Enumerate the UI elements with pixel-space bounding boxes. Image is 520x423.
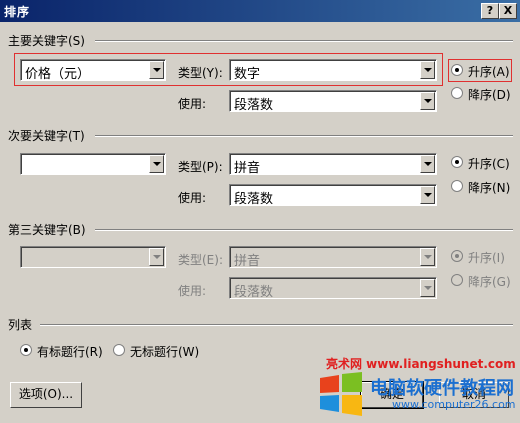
primary-key-combo[interactable]: 价格（元）: [20, 59, 166, 82]
secondary-ascending-radio[interactable]: 升序(C): [451, 155, 511, 171]
secondary-divider: [95, 135, 513, 137]
dropdown-arrow-icon: [420, 279, 435, 297]
no-header-row-label: 无标题行(W): [130, 345, 200, 359]
tertiary-ascending-label: 升序(I): [468, 251, 505, 265]
radio-unchecked-icon: [451, 274, 463, 286]
tertiary-key-combo: [20, 246, 166, 268]
list-divider: [40, 324, 513, 326]
secondary-descending-radio[interactable]: 降序(N): [451, 179, 511, 195]
header-row-radio[interactable]: 有标题行(R): [20, 343, 106, 359]
watermark-url: 亮术网 www.liangshunet.com: [326, 357, 516, 371]
options-button[interactable]: 选项(O)...: [10, 382, 82, 408]
list-label: 列表: [8, 318, 33, 332]
secondary-using-value: 段落数: [234, 192, 274, 207]
dropdown-arrow-icon[interactable]: [420, 61, 435, 79]
primary-using-combo[interactable]: 段落数: [229, 90, 437, 113]
dropdown-arrow-icon[interactable]: [420, 155, 435, 173]
secondary-using-label: 使用:: [178, 191, 207, 205]
tertiary-divider: [95, 229, 513, 231]
primary-type-label: 类型(Y):: [178, 66, 223, 80]
tertiary-using-value: 段落数: [234, 285, 274, 300]
watermark-site-name: 电脑软硬件教程网: [370, 378, 514, 399]
secondary-type-value: 拼音: [234, 161, 261, 176]
secondary-type-label: 类型(P):: [178, 160, 223, 174]
header-row-label: 有标题行(R): [37, 345, 103, 359]
dropdown-arrow-icon: [149, 248, 164, 266]
primary-descending-radio[interactable]: 降序(D): [451, 86, 511, 102]
tertiary-descending-radio: 降序(G): [451, 273, 511, 289]
windows-logo-icon: [320, 372, 362, 416]
close-button[interactable]: X: [499, 3, 517, 19]
primary-ascending-radio[interactable]: 升序(A): [451, 63, 511, 79]
secondary-using-combo[interactable]: 段落数: [229, 184, 437, 207]
tertiary-type-combo: 拼音: [229, 246, 437, 269]
primary-divider: [95, 40, 513, 42]
secondary-descending-label: 降序(N): [468, 181, 511, 195]
radio-checked-icon: [20, 344, 32, 356]
tertiary-descending-label: 降序(G): [468, 275, 511, 289]
dropdown-arrow-icon[interactable]: [149, 61, 164, 79]
help-button[interactable]: ?: [481, 3, 499, 19]
radio-checked-icon: [451, 250, 463, 262]
title-bar: 排序 ? X: [0, 0, 520, 22]
secondary-key-label: 次要关键字(T): [8, 129, 85, 143]
dropdown-arrow-icon[interactable]: [420, 92, 435, 110]
tertiary-type-value: 拼音: [234, 254, 261, 269]
dropdown-arrow-icon: [420, 248, 435, 266]
radio-checked-icon: [451, 156, 463, 168]
radio-unchecked-icon: [113, 344, 125, 356]
secondary-ascending-label: 升序(C): [468, 157, 510, 171]
tertiary-key-label: 第三关键字(B): [8, 223, 86, 237]
primary-using-label: 使用:: [178, 97, 207, 111]
tertiary-type-label: 类型(E):: [178, 253, 223, 267]
primary-ascending-label: 升序(A): [468, 65, 510, 79]
radio-unchecked-icon: [451, 87, 463, 99]
primary-key-value: 价格（元）: [25, 67, 91, 82]
dropdown-arrow-icon[interactable]: [149, 155, 164, 173]
primary-key-label: 主要关键字(S): [8, 34, 85, 48]
primary-using-value: 段落数: [234, 98, 274, 113]
watermark-url-2: www.computer26.com: [392, 398, 516, 411]
radio-unchecked-icon: [451, 180, 463, 192]
radio-checked-icon: [451, 64, 463, 76]
primary-type-value: 数字: [234, 67, 261, 82]
primary-type-combo[interactable]: 数字: [229, 59, 437, 82]
window-title: 排序: [4, 5, 31, 19]
dropdown-arrow-icon[interactable]: [420, 186, 435, 204]
no-header-row-radio[interactable]: 无标题行(W): [113, 343, 203, 359]
primary-descending-label: 降序(D): [468, 88, 511, 102]
secondary-type-combo[interactable]: 拼音: [229, 153, 437, 176]
tertiary-using-label: 使用:: [178, 284, 207, 298]
secondary-key-combo[interactable]: [20, 153, 166, 175]
tertiary-using-combo: 段落数: [229, 277, 437, 300]
tertiary-ascending-radio: 升序(I): [451, 249, 511, 265]
